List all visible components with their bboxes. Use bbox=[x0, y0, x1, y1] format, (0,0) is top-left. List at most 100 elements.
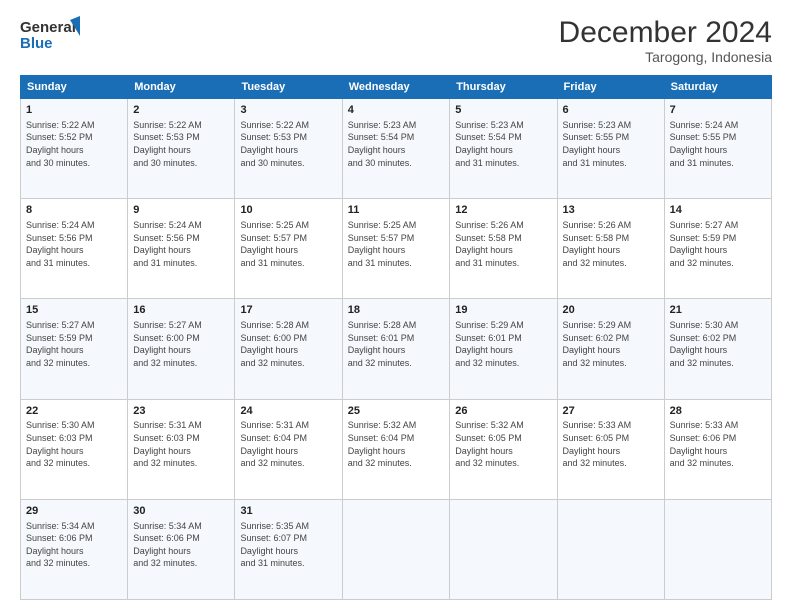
day-info: Sunrise: 5:24 AMSunset: 5:56 PMDaylight … bbox=[133, 219, 229, 269]
col-header-saturday: Saturday bbox=[664, 76, 771, 99]
logo-svg: GeneralBlue bbox=[20, 16, 80, 52]
day-cell bbox=[450, 499, 557, 599]
day-cell: 27Sunrise: 5:33 AMSunset: 6:05 PMDayligh… bbox=[557, 399, 664, 499]
day-info: Sunrise: 5:23 AMSunset: 5:54 PMDaylight … bbox=[348, 119, 445, 169]
day-number: 22 bbox=[26, 404, 122, 419]
day-info: Sunrise: 5:22 AMSunset: 5:52 PMDaylight … bbox=[26, 119, 122, 169]
day-cell: 7Sunrise: 5:24 AMSunset: 5:55 PMDaylight… bbox=[664, 99, 771, 199]
day-number: 24 bbox=[240, 404, 336, 419]
day-info: Sunrise: 5:25 AMSunset: 5:57 PMDaylight … bbox=[240, 219, 336, 269]
col-header-friday: Friday bbox=[557, 76, 664, 99]
day-cell: 6Sunrise: 5:23 AMSunset: 5:55 PMDaylight… bbox=[557, 99, 664, 199]
day-info: Sunrise: 5:24 AMSunset: 5:56 PMDaylight … bbox=[26, 219, 122, 269]
day-number: 27 bbox=[563, 404, 659, 419]
day-info: Sunrise: 5:32 AMSunset: 6:04 PMDaylight … bbox=[348, 419, 445, 469]
svg-text:General: General bbox=[20, 19, 76, 36]
day-cell: 17Sunrise: 5:28 AMSunset: 6:00 PMDayligh… bbox=[235, 299, 342, 399]
day-number: 16 bbox=[133, 303, 229, 318]
day-number: 26 bbox=[455, 404, 551, 419]
day-number: 15 bbox=[26, 303, 122, 318]
day-info: Sunrise: 5:32 AMSunset: 6:05 PMDaylight … bbox=[455, 419, 551, 469]
day-number: 31 bbox=[240, 504, 336, 519]
day-cell bbox=[342, 499, 450, 599]
week-row-2: 15Sunrise: 5:27 AMSunset: 5:59 PMDayligh… bbox=[21, 299, 772, 399]
day-info: Sunrise: 5:23 AMSunset: 5:55 PMDaylight … bbox=[563, 119, 659, 169]
day-number: 11 bbox=[348, 203, 445, 218]
day-number: 13 bbox=[563, 203, 659, 218]
day-info: Sunrise: 5:28 AMSunset: 6:00 PMDaylight … bbox=[240, 319, 336, 369]
day-number: 30 bbox=[133, 504, 229, 519]
day-cell bbox=[664, 499, 771, 599]
col-header-sunday: Sunday bbox=[21, 76, 128, 99]
day-cell: 25Sunrise: 5:32 AMSunset: 6:04 PMDayligh… bbox=[342, 399, 450, 499]
day-info: Sunrise: 5:27 AMSunset: 5:59 PMDaylight … bbox=[26, 319, 122, 369]
day-info: Sunrise: 5:27 AMSunset: 6:00 PMDaylight … bbox=[133, 319, 229, 369]
day-number: 5 bbox=[455, 103, 551, 118]
day-number: 1 bbox=[26, 103, 122, 118]
day-number: 2 bbox=[133, 103, 229, 118]
day-cell: 26Sunrise: 5:32 AMSunset: 6:05 PMDayligh… bbox=[450, 399, 557, 499]
day-info: Sunrise: 5:27 AMSunset: 5:59 PMDaylight … bbox=[670, 219, 766, 269]
day-number: 28 bbox=[670, 404, 766, 419]
day-info: Sunrise: 5:31 AMSunset: 6:03 PMDaylight … bbox=[133, 419, 229, 469]
day-info: Sunrise: 5:34 AMSunset: 6:06 PMDaylight … bbox=[133, 520, 229, 570]
day-cell: 13Sunrise: 5:26 AMSunset: 5:58 PMDayligh… bbox=[557, 199, 664, 299]
day-cell: 22Sunrise: 5:30 AMSunset: 6:03 PMDayligh… bbox=[21, 399, 128, 499]
week-row-0: 1Sunrise: 5:22 AMSunset: 5:52 PMDaylight… bbox=[21, 99, 772, 199]
day-number: 4 bbox=[348, 103, 445, 118]
day-info: Sunrise: 5:24 AMSunset: 5:55 PMDaylight … bbox=[670, 119, 766, 169]
day-info: Sunrise: 5:25 AMSunset: 5:57 PMDaylight … bbox=[348, 219, 445, 269]
day-number: 9 bbox=[133, 203, 229, 218]
day-cell: 10Sunrise: 5:25 AMSunset: 5:57 PMDayligh… bbox=[235, 199, 342, 299]
col-header-monday: Monday bbox=[128, 76, 235, 99]
day-info: Sunrise: 5:34 AMSunset: 6:06 PMDaylight … bbox=[26, 520, 122, 570]
day-info: Sunrise: 5:28 AMSunset: 6:01 PMDaylight … bbox=[348, 319, 445, 369]
day-cell: 28Sunrise: 5:33 AMSunset: 6:06 PMDayligh… bbox=[664, 399, 771, 499]
day-cell: 21Sunrise: 5:30 AMSunset: 6:02 PMDayligh… bbox=[664, 299, 771, 399]
col-header-tuesday: Tuesday bbox=[235, 76, 342, 99]
day-number: 21 bbox=[670, 303, 766, 318]
subtitle: Tarogong, Indonesia bbox=[559, 49, 772, 65]
day-cell: 14Sunrise: 5:27 AMSunset: 5:59 PMDayligh… bbox=[664, 199, 771, 299]
day-info: Sunrise: 5:30 AMSunset: 6:03 PMDaylight … bbox=[26, 419, 122, 469]
day-info: Sunrise: 5:33 AMSunset: 6:06 PMDaylight … bbox=[670, 419, 766, 469]
day-info: Sunrise: 5:22 AMSunset: 5:53 PMDaylight … bbox=[133, 119, 229, 169]
day-number: 10 bbox=[240, 203, 336, 218]
day-cell: 30Sunrise: 5:34 AMSunset: 6:06 PMDayligh… bbox=[128, 499, 235, 599]
day-cell: 23Sunrise: 5:31 AMSunset: 6:03 PMDayligh… bbox=[128, 399, 235, 499]
day-cell: 24Sunrise: 5:31 AMSunset: 6:04 PMDayligh… bbox=[235, 399, 342, 499]
col-header-thursday: Thursday bbox=[450, 76, 557, 99]
day-cell: 9Sunrise: 5:24 AMSunset: 5:56 PMDaylight… bbox=[128, 199, 235, 299]
day-cell: 4Sunrise: 5:23 AMSunset: 5:54 PMDaylight… bbox=[342, 99, 450, 199]
day-cell: 15Sunrise: 5:27 AMSunset: 5:59 PMDayligh… bbox=[21, 299, 128, 399]
day-number: 19 bbox=[455, 303, 551, 318]
day-number: 3 bbox=[240, 103, 336, 118]
day-number: 6 bbox=[563, 103, 659, 118]
col-header-wednesday: Wednesday bbox=[342, 76, 450, 99]
day-info: Sunrise: 5:29 AMSunset: 6:01 PMDaylight … bbox=[455, 319, 551, 369]
day-cell: 16Sunrise: 5:27 AMSunset: 6:00 PMDayligh… bbox=[128, 299, 235, 399]
day-cell: 20Sunrise: 5:29 AMSunset: 6:02 PMDayligh… bbox=[557, 299, 664, 399]
day-number: 20 bbox=[563, 303, 659, 318]
day-cell: 19Sunrise: 5:29 AMSunset: 6:01 PMDayligh… bbox=[450, 299, 557, 399]
day-info: Sunrise: 5:22 AMSunset: 5:53 PMDaylight … bbox=[240, 119, 336, 169]
title-block: December 2024 Tarogong, Indonesia bbox=[559, 16, 772, 65]
day-number: 7 bbox=[670, 103, 766, 118]
day-info: Sunrise: 5:26 AMSunset: 5:58 PMDaylight … bbox=[455, 219, 551, 269]
week-row-1: 8Sunrise: 5:24 AMSunset: 5:56 PMDaylight… bbox=[21, 199, 772, 299]
day-info: Sunrise: 5:26 AMSunset: 5:58 PMDaylight … bbox=[563, 219, 659, 269]
day-info: Sunrise: 5:33 AMSunset: 6:05 PMDaylight … bbox=[563, 419, 659, 469]
day-cell: 18Sunrise: 5:28 AMSunset: 6:01 PMDayligh… bbox=[342, 299, 450, 399]
header-row: SundayMondayTuesdayWednesdayThursdayFrid… bbox=[21, 76, 772, 99]
calendar-table: SundayMondayTuesdayWednesdayThursdayFrid… bbox=[20, 75, 772, 600]
day-info: Sunrise: 5:23 AMSunset: 5:54 PMDaylight … bbox=[455, 119, 551, 169]
day-number: 18 bbox=[348, 303, 445, 318]
day-cell: 29Sunrise: 5:34 AMSunset: 6:06 PMDayligh… bbox=[21, 499, 128, 599]
day-cell: 3Sunrise: 5:22 AMSunset: 5:53 PMDaylight… bbox=[235, 99, 342, 199]
week-row-4: 29Sunrise: 5:34 AMSunset: 6:06 PMDayligh… bbox=[21, 499, 772, 599]
day-cell: 5Sunrise: 5:23 AMSunset: 5:54 PMDaylight… bbox=[450, 99, 557, 199]
day-number: 17 bbox=[240, 303, 336, 318]
day-cell bbox=[557, 499, 664, 599]
day-cell: 8Sunrise: 5:24 AMSunset: 5:56 PMDaylight… bbox=[21, 199, 128, 299]
page: GeneralBlue December 2024 Tarogong, Indo… bbox=[0, 0, 792, 612]
